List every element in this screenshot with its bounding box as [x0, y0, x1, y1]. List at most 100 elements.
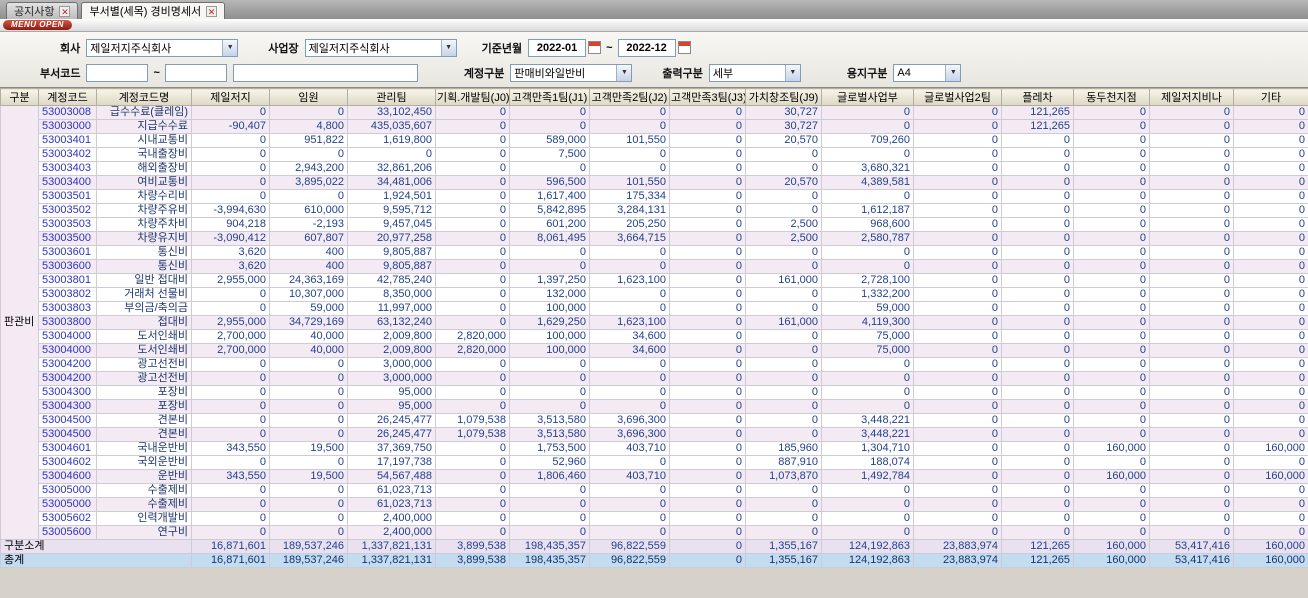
- table-row[interactable]: 53004602 국외운반비 0 0 17,197,738 0 52,960 0 0 887,91…: [1, 455, 1308, 470]
- account-name-cell: 차량주유비: [96, 203, 192, 218]
- value-cell: 0: [745, 287, 822, 302]
- company-select[interactable]: 제일저지주식회사 ▼: [86, 38, 239, 57]
- table-row[interactable]: 53003600 통신비 3,620 400 9,805,887 0 0 0 0 0 0 0 0 0 0 0: [1, 259, 1308, 274]
- value-cell: 0: [1233, 385, 1308, 400]
- value-cell: 3,696,300: [589, 413, 670, 428]
- value-cell: 34,600: [589, 343, 670, 358]
- value-cell: 0: [913, 287, 1002, 302]
- table-row[interactable]: 53003801 일반 접대비 2,955,000 24,363,169 42,785,…: [1, 273, 1308, 288]
- value-cell: 3,000,000: [347, 371, 436, 386]
- value-cell: 0: [1233, 455, 1308, 470]
- value-cell: 0: [589, 119, 670, 134]
- dept-code-to-input[interactable]: [164, 63, 227, 82]
- table-row[interactable]: 53005600 연구비 0 0 2,400,000 0 0 0 0 0 0 0 0 0 0 0: [1, 525, 1308, 540]
- table-row[interactable]: 53004601 국내운반비 343,550 19,500 37,369,750 0 1,7…: [1, 441, 1308, 456]
- site-select[interactable]: 제일저지주식회사 ▼: [304, 38, 457, 57]
- tab-close-icon[interactable]: ✕: [206, 5, 218, 17]
- value-cell: 37,369,750: [347, 441, 436, 456]
- table-row[interactable]: 53004300 포장비 0 0 95,000 0 0 0 0 0 0 0 0 0 0 0: [1, 385, 1308, 400]
- menu-open-button[interactable]: MENU OPEN: [3, 20, 72, 30]
- value-cell: -2,193: [269, 217, 348, 232]
- value-cell: 61,023,713: [347, 497, 436, 512]
- value-cell: 160,000: [1073, 539, 1150, 554]
- value-cell: 17,197,738: [347, 455, 436, 470]
- value-cell: 3,513,580: [509, 413, 590, 428]
- table-row[interactable]: 53003802 거래처 선물비 0 10,307,000 8,350,000 0 132,…: [1, 287, 1308, 302]
- table-row[interactable]: 53003000 지급수수료 -90,407 4,800 435,035,607 0 0 0 0…: [1, 119, 1308, 134]
- value-cell: 0: [589, 259, 670, 274]
- account-name-cell: 포장비: [96, 385, 192, 400]
- table-row[interactable]: 53004300 포장비 0 0 95,000 0 0 0 0 0 0 0 0 0 0 0: [1, 399, 1308, 414]
- table-row[interactable]: 53004000 도서인쇄비 2,700,000 40,000 2,009,800 2,8…: [1, 329, 1308, 344]
- value-cell: 20,570: [745, 133, 822, 148]
- table-row[interactable]: 53003500 차량유지비 -3,090,412 607,807 20,977,258…: [1, 231, 1308, 246]
- value-cell: 160,000: [1073, 469, 1150, 484]
- account-code-cell: 53003503: [38, 217, 97, 232]
- table-row[interactable]: 53004500 견본비 0 0 26,245,477 1,079,538 3,513,58…: [1, 427, 1308, 442]
- account-type-select[interactable]: 판매비와일반비 ▼: [510, 63, 633, 82]
- tab-expense-report[interactable]: 부서별(세목) 경비명세서 ✕: [81, 2, 226, 19]
- value-cell: 0: [745, 301, 822, 316]
- value-cell: 0: [913, 105, 1002, 120]
- value-cell: 0: [589, 371, 670, 386]
- value-cell: 0: [1073, 483, 1150, 498]
- table-row[interactable]: 53004000 도서인쇄비 2,700,000 40,000 2,009,800 2,8…: [1, 343, 1308, 358]
- value-cell: 121,265: [1001, 119, 1074, 134]
- value-cell: 0: [1233, 273, 1308, 288]
- value-cell: 0: [913, 119, 1002, 134]
- table-row[interactable]: 53003502 차량주유비 -3,994,630 610,000 9,595,712 0…: [1, 203, 1308, 218]
- table-row[interactable]: 53005000 수출제비 0 0 61,023,713 0 0 0 0 0 0 0 0 0 0 0: [1, 483, 1308, 498]
- calendar-icon[interactable]: [588, 41, 602, 54]
- table-row[interactable]: 53003402 국내출장비 0 0 0 0 7,500 0 0 0 0 0 0 0 0 0: [1, 147, 1308, 162]
- value-cell: 11,997,000: [347, 301, 436, 316]
- table-row[interactable]: 53005000 수출제비 0 0 61,023,713 0 0 0 0 0 0 0 0 0 0 0: [1, 497, 1308, 512]
- table-row[interactable]: 53004600 운반비 343,550 19,500 54,567,488 0 1,806…: [1, 469, 1308, 484]
- value-cell: 0: [1001, 189, 1074, 204]
- value-cell: 403,710: [589, 441, 670, 456]
- value-cell: 0: [669, 469, 746, 484]
- table-row[interactable]: 53003601 통신비 3,620 400 9,805,887 0 0 0 0 0 0 0 0 0 0 0: [1, 245, 1308, 260]
- value-cell: 0: [669, 161, 746, 176]
- value-cell: 0: [1073, 315, 1150, 330]
- value-cell: 0: [821, 119, 914, 134]
- table-row[interactable]: 53003803 부의금/축의금 0 59,000 11,997,000 0 100,000…: [1, 301, 1308, 316]
- calendar-icon[interactable]: [677, 41, 691, 54]
- account-code-cell: 53003500: [38, 231, 97, 246]
- value-cell: 0: [1233, 175, 1308, 190]
- table-row[interactable]: 53003501 차량수리비 0 0 1,924,501 0 1,617,400 175,33…: [1, 189, 1308, 204]
- table-row[interactable]: 53003401 시내교통비 0 951,822 1,619,800 0 589,000 10…: [1, 133, 1308, 148]
- table-row[interactable]: 53004200 광고선전비 0 0 3,000,000 0 0 0 0 0 0 0 0 0 0 0: [1, 371, 1308, 386]
- paper-type-select[interactable]: A4 ▼: [893, 63, 962, 82]
- tab-notice[interactable]: 공지사항 ✕: [6, 2, 79, 19]
- value-cell: 185,960: [745, 441, 822, 456]
- table-row[interactable]: 53003403 해외출장비 0 2,943,200 32,861,206 0 0 0 0 0 3,…: [1, 161, 1308, 176]
- table-row[interactable]: 53004500 견본비 0 0 26,245,477 1,079,538 3,513,58…: [1, 413, 1308, 428]
- period-tilde: ~: [606, 41, 613, 54]
- value-cell: 0: [745, 357, 822, 372]
- value-cell: 968,600: [821, 217, 914, 232]
- period-to-field[interactable]: 2022-12: [617, 38, 676, 57]
- dept-name-input[interactable]: [232, 63, 418, 82]
- value-cell: 1,355,167: [745, 553, 822, 568]
- table-row[interactable]: 53003800 접대비 2,955,000 34,729,169 63,132,240…: [1, 315, 1308, 330]
- table-row[interactable]: 53003400 여비교통비 0 3,895,022 34,481,006 0 596,50…: [1, 175, 1308, 190]
- table-row[interactable]: 판관비 53003008 급수수료(클레임) 0 0 33,102,450 0 0 0 0 30,7…: [0, 105, 1308, 540]
- value-cell: 0: [269, 147, 348, 162]
- value-cell: 124,192,863: [821, 553, 914, 568]
- value-cell: 607,807: [269, 231, 348, 246]
- output-type-select[interactable]: 세부 ▼: [708, 63, 801, 82]
- value-cell: 0: [913, 343, 1002, 358]
- value-cell: 0: [1149, 483, 1234, 498]
- value-cell: 0: [913, 259, 1002, 274]
- value-cell: 0: [509, 357, 590, 372]
- table-row[interactable]: 53005602 인력개발비 0 0 2,400,000 0 0 0 0 0 0 0 0 0 0 0: [1, 511, 1308, 526]
- chevron-down-icon: ▼: [616, 64, 632, 81]
- table-row[interactable]: 53003503 차량주차비 904,218 -2,193 9,457,045 0 601,…: [1, 217, 1308, 232]
- account-code-cell: 53003502: [38, 203, 97, 218]
- value-cell: 0: [913, 147, 1002, 162]
- period-from-field[interactable]: 2022-01: [528, 38, 587, 57]
- column-header: 계정코드명: [96, 88, 192, 106]
- table-row[interactable]: 53004200 광고선전비 0 0 3,000,000 0 0 0 0 0 0 0 0 0 0 0: [1, 357, 1308, 372]
- dept-code-from-input[interactable]: [86, 63, 149, 82]
- tab-close-icon[interactable]: ✕: [59, 5, 71, 17]
